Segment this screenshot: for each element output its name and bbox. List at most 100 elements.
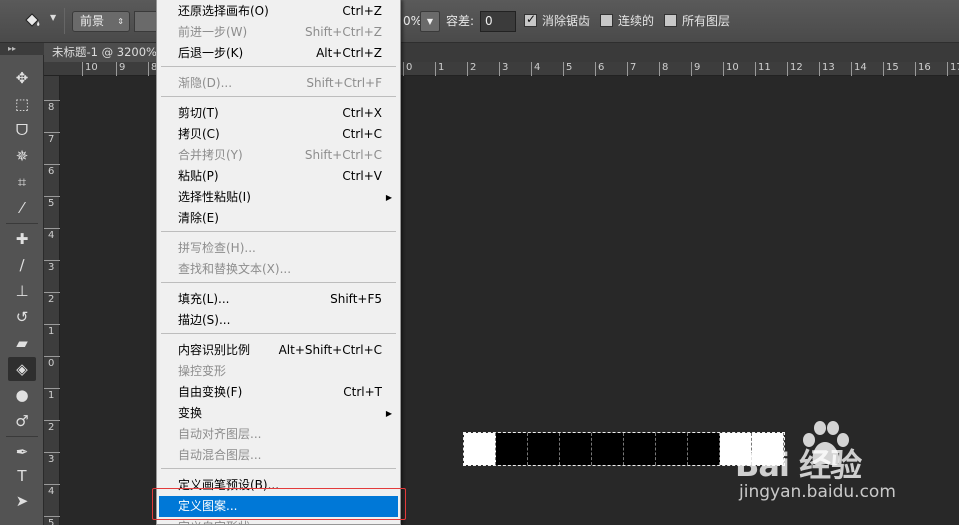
crop-tool-icon[interactable]: ⌗ — [8, 170, 36, 194]
menu-item[interactable]: 合并拷贝(Y) Shift+Ctrl+C — [159, 145, 398, 166]
history-brush-tool-icon[interactable]: ↺ — [8, 305, 36, 329]
menu-item[interactable]: 清除(E) — [159, 208, 398, 229]
menu-item-label: 前进一步(W) — [178, 25, 248, 39]
ruler-label: 4 — [48, 230, 55, 241]
options-separator — [64, 8, 65, 34]
ruler-tick — [691, 62, 692, 76]
healing-brush-tool-icon[interactable]: ✚ — [8, 227, 36, 251]
ruler-tick — [499, 62, 500, 76]
menu-item-label: 自动混合图层... — [178, 448, 262, 462]
pattern-cell — [464, 433, 496, 465]
antialias-checkbox[interactable] — [524, 12, 537, 27]
brush-tool-icon[interactable]: ∕ — [8, 253, 36, 277]
paint-bucket-icon[interactable] — [22, 11, 42, 31]
pattern-picker[interactable] — [134, 11, 158, 32]
marquee-tool-icon[interactable]: ⬚ — [8, 92, 36, 116]
ruler-tick — [148, 62, 149, 76]
menu-item[interactable]: 内容识别比例 Alt+Shift+Ctrl+C — [159, 340, 398, 361]
menu-item[interactable]: 渐隐(D)... Shift+Ctrl+F — [159, 73, 398, 94]
pattern-cell — [496, 433, 528, 465]
menu-item[interactable]: 选择性粘贴(I) ▶ — [159, 187, 398, 208]
ruler-tick — [44, 516, 60, 517]
eyedropper-tool-icon[interactable]: ⁄ — [8, 196, 36, 220]
menu-item[interactable]: 前进一步(W) Shift+Ctrl+Z — [159, 22, 398, 43]
ruler-label: 0 — [406, 62, 413, 73]
ruler-label: 0 — [48, 358, 55, 369]
tolerance-input[interactable]: 0 — [480, 11, 516, 32]
ruler-tick — [44, 452, 60, 453]
menu-item-shortcut: Shift+Ctrl+C — [304, 148, 382, 162]
ruler-label: 7 — [630, 62, 637, 73]
ruler-label: 2 — [470, 62, 477, 73]
tool-preset-dropdown-icon[interactable]: ▼ — [50, 13, 56, 22]
edit-menu-dropdown: 还原选择画布(O) Ctrl+Z 前进一步(W) Shift+Ctrl+Z 后退一步(K… — [156, 0, 401, 525]
paint-bucket-tool-icon[interactable]: ◈ — [8, 357, 36, 381]
menu-separator — [161, 333, 396, 334]
menu-item[interactable]: 粘贴(P) Ctrl+V — [159, 166, 398, 187]
ruler-tick — [563, 62, 564, 76]
fill-source-select[interactable]: 前景 ⇕ — [72, 11, 130, 32]
vertical-ruler: 8 7 6 5 4 3 2 1 0 1 2 3 4 5 — [44, 76, 60, 525]
menu-item[interactable]: 查找和替换文本(X)... — [159, 259, 398, 280]
menu-item[interactable]: 拷贝(C) Ctrl+C — [159, 124, 398, 145]
pattern-cell — [624, 433, 656, 465]
menu-item[interactable]: 后退一步(K) Alt+Ctrl+Z — [159, 43, 398, 64]
menu-item[interactable]: 自由变换(F) Ctrl+T — [159, 382, 398, 403]
type-tool-icon[interactable]: T — [8, 464, 36, 488]
ruler-label: 10 — [726, 62, 739, 73]
ruler-label: 9 — [694, 62, 701, 73]
ruler-tick — [595, 62, 596, 76]
ruler-label: 5 — [48, 518, 55, 525]
menu-item[interactable]: 自动对齐图层... — [159, 424, 398, 445]
menu-item[interactable]: 自动混合图层... — [159, 445, 398, 466]
menu-item[interactable]: 填充(L)... Shift+F5 — [159, 289, 398, 310]
ruler-label: 8 — [48, 102, 55, 113]
fill-source-value: 前景 — [80, 14, 105, 28]
move-tool-icon[interactable]: ✥ — [8, 66, 36, 90]
menu-item-label: 渐隐(D)... — [178, 76, 233, 90]
document-tab[interactable]: 未标题-1 @ 3200% — [44, 43, 164, 62]
menu-item-label: 变换 — [178, 406, 203, 420]
menu-item[interactable]: 剪切(T) Ctrl+X — [159, 103, 398, 124]
dodge-tool-icon[interactable]: ♂ — [8, 409, 36, 433]
all-layers-checkbox[interactable] — [664, 14, 677, 27]
blur-tool-icon[interactable]: ● — [8, 383, 36, 407]
menu-item[interactable]: 描边(S)... — [159, 310, 398, 331]
ruler-label: 11 — [758, 62, 771, 73]
menu-item[interactable]: 还原选择画布(O) Ctrl+Z — [159, 1, 398, 22]
menu-item-label: 拼写检查(H)... — [178, 241, 256, 255]
ruler-label: 3 — [48, 262, 55, 273]
pen-tool-icon[interactable]: ✒ — [8, 440, 36, 464]
menu-item-shortcut: Ctrl+X — [342, 106, 382, 120]
menu-separator — [161, 66, 396, 67]
menu-item-shortcut: Shift+Ctrl+Z — [305, 25, 382, 39]
ruler-label: 15 — [886, 62, 899, 73]
ruler-label: 3 — [502, 62, 509, 73]
ruler-label: 2 — [48, 294, 55, 305]
magic-wand-tool-icon[interactable]: ✵ — [8, 144, 36, 168]
opacity-dropdown-icon[interactable]: ▼ — [420, 11, 440, 32]
toolbox: ▸▸ ✥ ⬚ ᗜ ✵ ⌗ ⁄ ✚ ∕ ⊥ ↺ ▰ ◈ ● ♂ ✒ T ➤ — [0, 43, 44, 525]
menu-item[interactable]: 拼写检查(H)... — [159, 238, 398, 259]
ruler-label: 8 — [662, 62, 669, 73]
ruler-tick — [755, 62, 756, 76]
all-layers-label: 所有图层 — [682, 14, 731, 28]
contiguous-checkbox[interactable] — [600, 14, 613, 27]
menu-item[interactable]: 操控变形 — [159, 361, 398, 382]
ruler-tick — [116, 62, 117, 76]
clone-stamp-tool-icon[interactable]: ⊥ — [8, 279, 36, 303]
submenu-arrow-icon: ▶ — [385, 409, 392, 418]
ruler-tick — [44, 420, 60, 421]
menu-item-label: 描边(S)... — [178, 313, 231, 327]
eraser-tool-icon[interactable]: ▰ — [8, 331, 36, 355]
menu-item[interactable]: 变换 ▶ — [159, 403, 398, 424]
lasso-tool-icon[interactable]: ᗜ — [8, 118, 36, 142]
pattern-cell — [592, 433, 624, 465]
ruler-tick — [531, 62, 532, 76]
path-selection-tool-icon[interactable]: ➤ — [8, 489, 36, 513]
menu-item-label: 自由变换(F) — [178, 385, 243, 399]
ruler-label: 6 — [48, 166, 55, 177]
toolbox-collapse-icon[interactable]: ▸▸ — [0, 43, 44, 55]
ruler-tick — [659, 62, 660, 76]
ruler-label: 1 — [48, 326, 55, 337]
